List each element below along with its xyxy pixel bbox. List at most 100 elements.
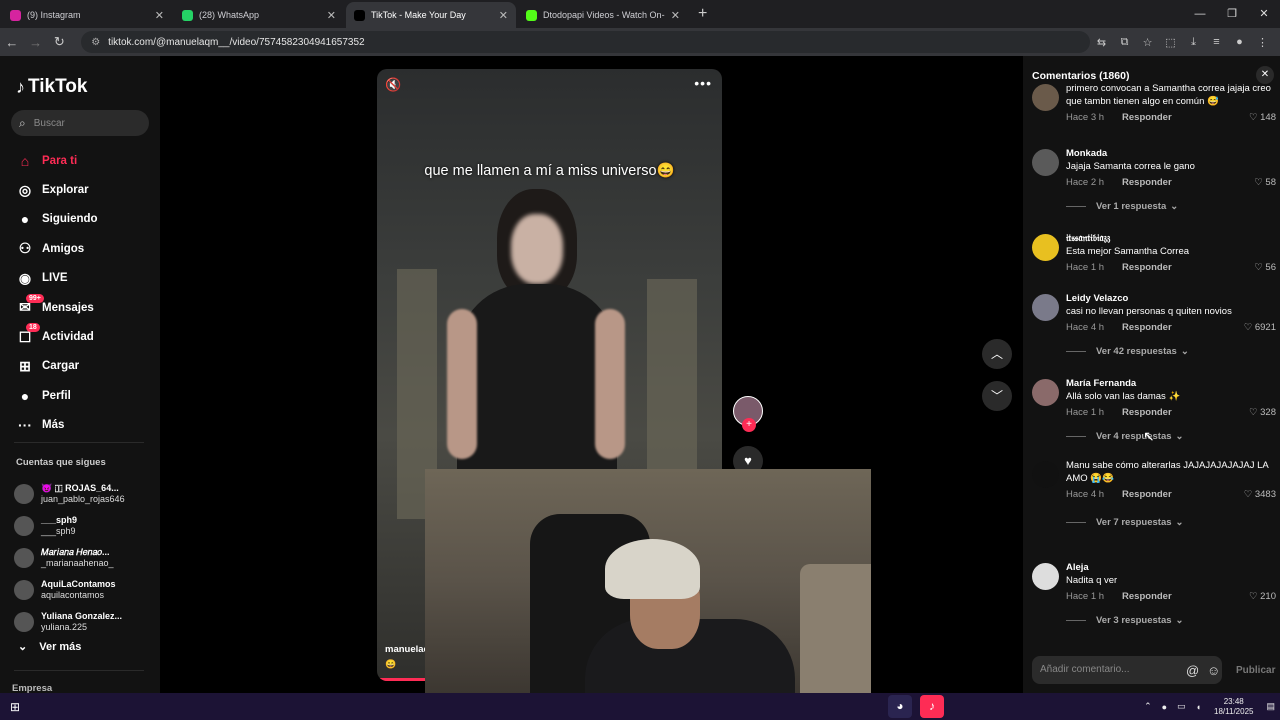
more-options-icon[interactable]: ••• <box>694 75 712 91</box>
nav-item-home[interactable]: ⌂ Para ti <box>14 146 154 175</box>
mouse-cursor-icon: ↖ <box>1143 428 1155 444</box>
nav-item-live[interactable]: ◉ LIVE <box>14 264 154 293</box>
reload-icon[interactable]: ↻ <box>47 34 71 50</box>
close-window-icon[interactable]: ✕ <box>1248 0 1280 28</box>
author-avatar[interactable]: + <box>733 396 763 432</box>
tiktok-logo[interactable]: ♪ TikTok <box>16 76 87 98</box>
view-replies-button[interactable]: Ver 3 respuestas ⌄ <box>1066 615 1184 626</box>
reply-button[interactable]: Responder <box>1122 111 1172 124</box>
browser-tab[interactable]: Dtodopapi Videos - Watch On- ✕ <box>518 2 688 28</box>
video-author[interactable]: manuelac <box>385 644 429 655</box>
next-video-button[interactable]: ﹀ <box>982 381 1012 411</box>
video-progress[interactable] <box>377 678 427 681</box>
extensions-icon[interactable]: ⬚ <box>1159 36 1182 49</box>
browser-tab[interactable]: TikTok - Make Your Day ✕ <box>346 2 516 28</box>
install-icon[interactable]: ⧉ <box>1113 36 1136 49</box>
comment-likes[interactable]: ♡ 56 <box>1254 261 1276 274</box>
new-tab-button[interactable]: + <box>688 2 717 28</box>
download-icon[interactable]: ⤓ <box>1182 36 1205 49</box>
search-input[interactable]: ⌕ Buscar <box>11 110 149 136</box>
view-replies-button[interactable]: Ver 1 respuesta ⌄ <box>1066 201 1178 212</box>
nav-item-activity[interactable]: ☐ Actividad 18 <box>14 322 154 351</box>
nav-item-messages[interactable]: ✉ Mensajes 99+ <box>14 293 154 322</box>
nav-item-compass[interactable]: ◎ Explorar <box>14 175 154 204</box>
minimize-icon[interactable]: — <box>1184 0 1216 28</box>
comment-likes[interactable]: ♡ 58 <box>1254 176 1276 189</box>
profile-avatar-icon[interactable]: ● <box>1228 36 1251 49</box>
system-tray: ⌃ ● ▭ ◖ 23:48 18/11/2025 ▤ <box>1139 693 1280 720</box>
volume-icon[interactable]: ◖ <box>1196 702 1201 712</box>
following-account[interactable]: 𝑀𝑎𝑟𝑖𝑎𝑛𝑎 𝐻𝑒𝑛𝑎𝑜... _marianaahenao_ <box>14 543 154 573</box>
media-icon[interactable]: ≡ <box>1205 36 1228 49</box>
avatar[interactable] <box>1032 563 1059 590</box>
comment-likes[interactable]: ♡ 3483 <box>1244 488 1276 501</box>
reply-button[interactable]: Responder <box>1122 590 1172 603</box>
tab-close-icon[interactable]: ✕ <box>155 9 164 22</box>
nav-item-more[interactable]: ··· Más <box>14 411 154 440</box>
mic-icon[interactable]: ● <box>1162 702 1167 712</box>
comment-time: Hace 1 h <box>1066 591 1105 602</box>
network-icon[interactable]: ▭ <box>1177 701 1186 712</box>
tiktok-taskbar-icon[interactable]: ♪ <box>920 695 944 718</box>
nav-label: Amigos <box>42 242 85 255</box>
comment-likes[interactable]: ♡ 148 <box>1249 111 1276 124</box>
reply-button[interactable]: Responder <box>1122 488 1172 501</box>
tab-close-icon[interactable]: ✕ <box>499 9 508 22</box>
comment-user[interactable]: María Fernanda <box>1066 377 1276 390</box>
tab-close-icon[interactable]: ✕ <box>671 9 680 22</box>
reply-button[interactable]: Responder <box>1122 406 1172 419</box>
avatar[interactable] <box>1032 461 1059 488</box>
nav-item-friends[interactable]: ⚇ Amigos <box>14 234 154 263</box>
url-bar[interactable]: ⚙ tiktok.com/@manuelaqm__/video/75745823… <box>81 31 1090 53</box>
emoji-icon[interactable]: ☺ <box>1207 663 1220 678</box>
translate-icon[interactable]: ⇆ <box>1090 36 1113 49</box>
clock[interactable]: 23:48 18/11/2025 <box>1214 697 1253 717</box>
menu-icon[interactable]: ⋮ <box>1251 36 1274 49</box>
reply-button[interactable]: Responder <box>1122 176 1172 189</box>
mute-icon[interactable]: 🔇 <box>385 77 401 93</box>
notifications-icon[interactable]: ▤ <box>1266 701 1275 712</box>
comment-likes[interactable]: ♡ 210 <box>1249 590 1276 603</box>
site-info-icon[interactable]: ⚙ <box>91 37 100 48</box>
reply-button[interactable]: Responder <box>1122 261 1172 274</box>
nav-item-upload[interactable]: ⊞ Cargar <box>14 352 154 381</box>
account-handle: aquilacontamos <box>41 590 105 600</box>
account-handle: _marianaahenao_ <box>41 558 114 568</box>
comment-likes[interactable]: ♡ 6921 <box>1244 321 1276 334</box>
follow-plus-icon[interactable]: + <box>742 418 756 432</box>
view-replies-button[interactable]: Ver 7 respuestas ⌄ <box>1066 517 1184 528</box>
tray-chevron-icon[interactable]: ⌃ <box>1144 701 1152 712</box>
comment-user[interactable]: Monkada <box>1066 147 1276 160</box>
comment-user[interactable]: Aleja <box>1066 561 1276 574</box>
browser-tab[interactable]: (9) Instagram ✕ <box>2 2 172 28</box>
nav-item-profile[interactable]: ● Perfil <box>14 381 154 410</box>
previous-video-button[interactable]: ︿ <box>982 339 1012 369</box>
restore-icon[interactable]: ❐ <box>1216 0 1248 28</box>
following-account[interactable]: AquiLaContamos aquilacontamos <box>14 575 154 605</box>
following-account[interactable]: ___sph9 ___sph9 <box>14 511 154 541</box>
avatar[interactable] <box>1032 294 1059 321</box>
reply-button[interactable]: Responder <box>1122 321 1172 334</box>
avatar[interactable] <box>1032 379 1059 406</box>
view-replies-button[interactable]: Ver 42 respuestas ⌄ <box>1066 346 1189 357</box>
forward-icon[interactable]: → <box>24 35 48 50</box>
mention-icon[interactable]: @ <box>1186 663 1199 678</box>
back-icon[interactable]: ← <box>0 35 24 50</box>
bookmark-star-icon[interactable]: ☆ <box>1136 36 1159 49</box>
chrome-taskbar-icon[interactable]: ◕ <box>888 695 912 718</box>
avatar[interactable] <box>1032 84 1059 111</box>
comment-user[interactable]: Leidy Velazco <box>1066 292 1276 305</box>
comment-likes[interactable]: ♡ 328 <box>1249 406 1276 419</box>
nav-item-following[interactable]: ● Siguiendo <box>14 205 154 234</box>
comment-user[interactable]: 𝔦𝔱𝔰𝔰𝔞𝔫𝔱𝔦𝔟𝔦𝔞𝔷𝔷 <box>1066 232 1276 245</box>
avatar[interactable] <box>1032 149 1059 176</box>
view-replies-button[interactable]: Ver 4 respuestas ⌄ <box>1066 431 1184 442</box>
following-account[interactable]: 😈 🇮 ROJAS_64... juan_pablo_rojas646 <box>14 479 154 509</box>
browser-tab[interactable]: (28) WhatsApp ✕ <box>174 2 344 28</box>
following-account[interactable]: Yuliana Gonzalez... yuliana.225 <box>14 607 154 637</box>
start-icon[interactable]: ⊞ <box>0 700 30 714</box>
see-more-button[interactable]: ⌄ Ver más <box>18 640 81 654</box>
publish-button[interactable]: Publicar <box>1236 665 1275 676</box>
avatar[interactable] <box>1032 234 1059 261</box>
tab-close-icon[interactable]: ✕ <box>327 9 336 22</box>
